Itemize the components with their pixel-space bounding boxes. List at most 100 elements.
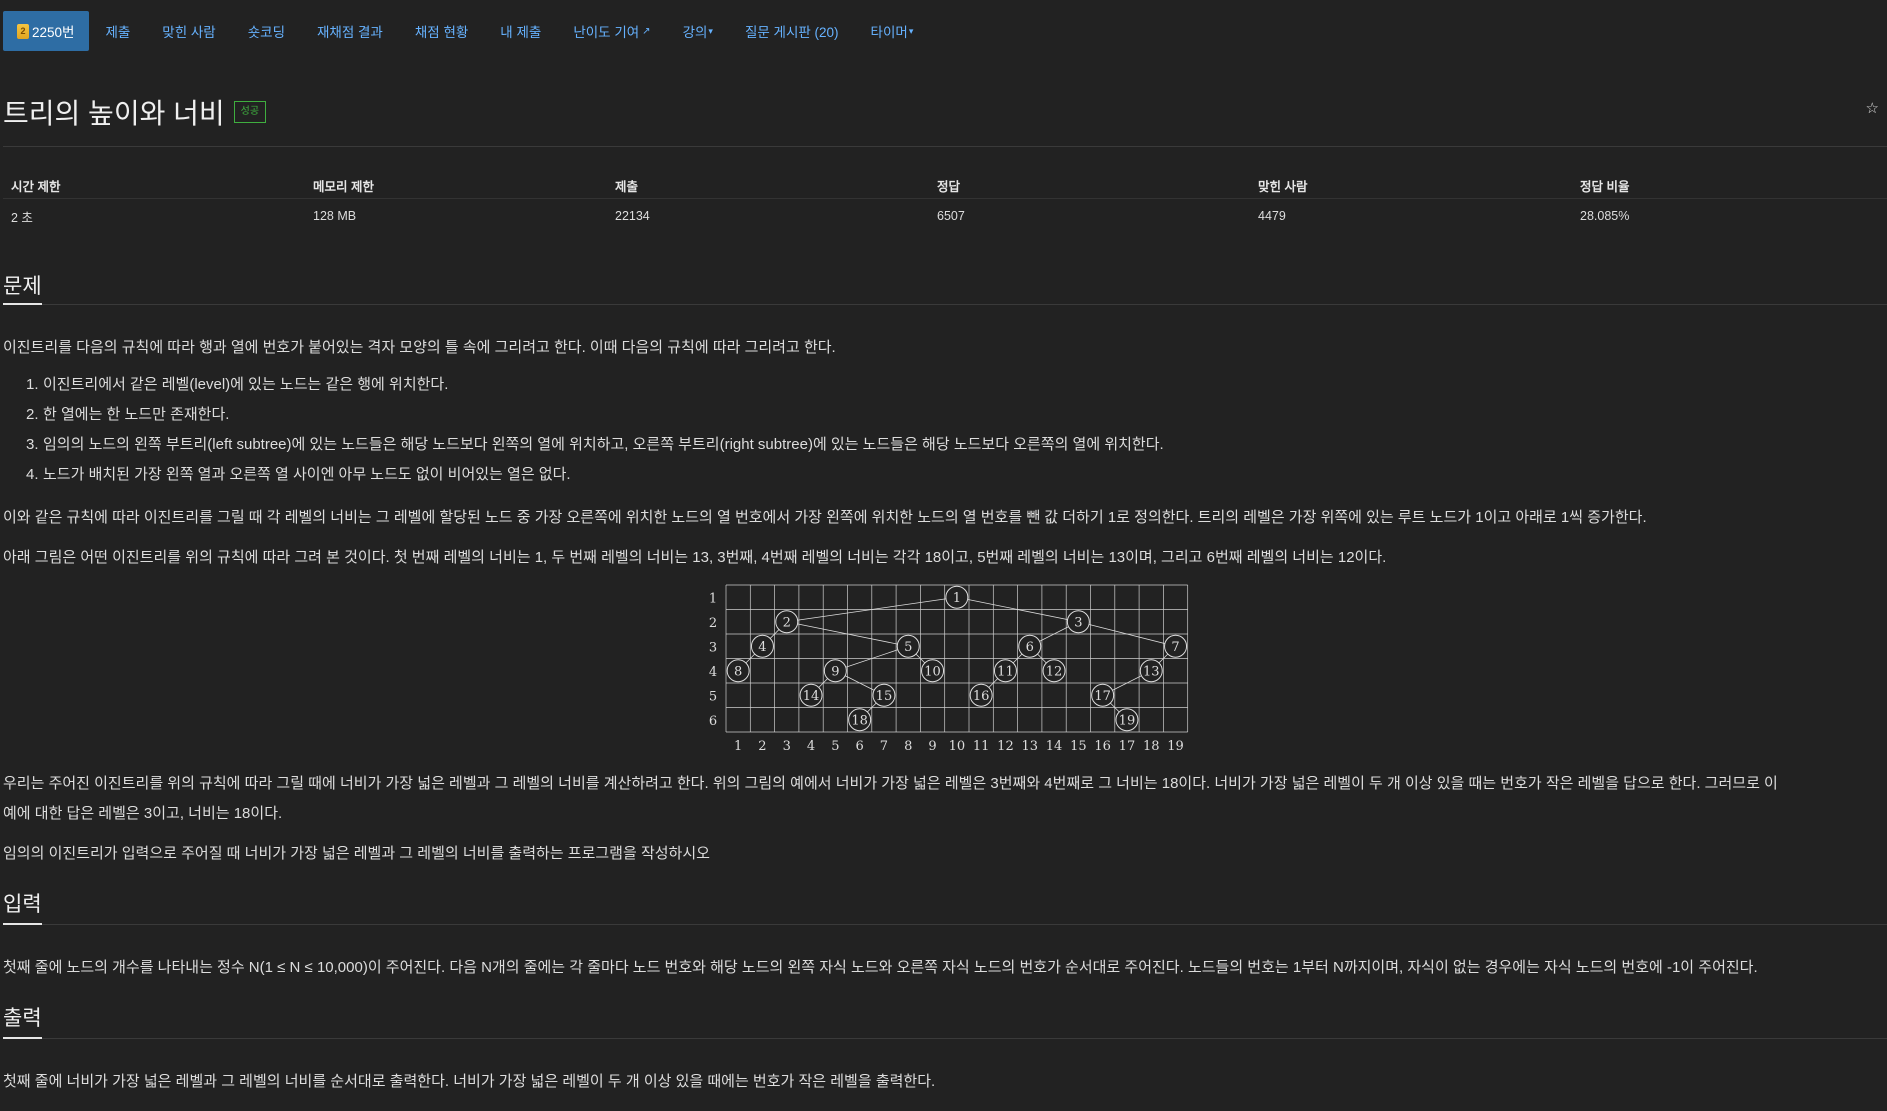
caret-down-icon: ▾ xyxy=(708,25,713,36)
problem-paragraph: 이와 같은 규칙에 따라 이진트리를 그릴 때 각 레벨의 너비는 그 레벨에 … xyxy=(3,509,1647,526)
column-label: 1 xyxy=(734,739,742,754)
page-title: 트리의 높이와 너비 xyxy=(3,98,225,129)
tree-node-label: 14 xyxy=(803,689,820,704)
column-label: 3 xyxy=(783,739,791,754)
column-label: 6 xyxy=(856,739,864,754)
input-description: 첫째 줄에 노드의 개수를 나타내는 정수 N(1 ≤ N ≤ 10,000)이… xyxy=(3,959,1758,976)
row-label: 4 xyxy=(709,665,717,680)
value-solvers: 4479 xyxy=(1250,198,1572,233)
value-accept-ratio: 28.085% xyxy=(1572,198,1887,233)
list-item: 2. 한 열에는 한 노드만 존재한다. xyxy=(26,406,230,423)
section-underline xyxy=(3,303,42,305)
column-label: 19 xyxy=(1167,739,1184,754)
tree-node-label: 5 xyxy=(904,640,912,655)
column-label: 16 xyxy=(1094,739,1111,754)
problem-intro: 이진트리를 다음의 규칙에 따라 행과 열에 번호가 붙어있는 격자 모양의 틀… xyxy=(3,339,836,356)
problem-paragraph: 임의의 이진트리가 입력으로 주어질 때 너비가 가장 넓은 레벨과 그 레벨의… xyxy=(3,845,710,862)
tree-node-label: 6 xyxy=(1026,640,1034,655)
tab-question-board[interactable]: 질문 게시판 (20) xyxy=(729,11,855,51)
tree-node-label: 18 xyxy=(851,713,868,728)
column-label: 4 xyxy=(807,739,815,754)
tree-node-label: 17 xyxy=(1094,689,1111,704)
column-label: 18 xyxy=(1143,739,1160,754)
problem-info-table: 시간 제한 메모리 제한 제출 정답 맞힌 사람 정답 비율 2 초 128 M… xyxy=(3,172,1887,233)
status-badge: 성공 xyxy=(233,101,267,123)
header-accepted: 정답 xyxy=(937,179,961,194)
column-label: 17 xyxy=(1119,739,1136,754)
header-memory-limit: 메모리 제한 xyxy=(313,179,374,194)
tree-node-label: 7 xyxy=(1171,640,1179,655)
tree-node-label: 11 xyxy=(997,664,1014,679)
tree-grid-figure: 1234561 2 3 4 5 6 7 8 9 10 11 12 13 14 15 16 17 18 1912 34 5… xyxy=(709,584,1189,754)
tab-lectures-label: 강의 xyxy=(682,25,708,40)
column-label: 14 xyxy=(1046,739,1063,754)
tab-solvers[interactable]: 맞힌 사람 xyxy=(146,11,231,51)
header-solvers: 맞힌 사람 xyxy=(1258,179,1308,194)
section-underline xyxy=(3,923,42,925)
problem-paragraph: 예에 대한 답은 레벨은 3이고, 너비는 18이다. xyxy=(3,805,283,822)
column-label: 11 xyxy=(973,739,990,754)
list-item: 4. 노드가 배치된 가장 왼쪽 열과 오른쪽 열 사이엔 아무 노드도 없이 비… xyxy=(26,466,571,483)
row-label: 2 xyxy=(709,616,717,631)
tab-submit[interactable]: 제출 xyxy=(89,11,146,51)
tab-lectures-dropdown[interactable]: 강의 ▾ xyxy=(667,11,729,51)
column-label: 12 xyxy=(997,739,1014,754)
column-label: 8 xyxy=(904,739,912,754)
tree-node-label: 9 xyxy=(831,664,839,679)
tree-node-label: 19 xyxy=(1119,713,1136,728)
problem-paragraph: 아래 그림은 어떤 이진트리를 위의 규칙에 따라 그려 본 것이다. 첫 번째… xyxy=(3,549,1387,566)
tree-node-label: 16 xyxy=(973,689,990,704)
tab-short-coding[interactable]: 숏코딩 xyxy=(232,11,301,51)
tree-node-label: 2 xyxy=(783,615,791,630)
header-submissions: 제출 xyxy=(615,179,639,194)
value-accepted: 6507 xyxy=(929,198,1250,233)
tier-badge-icon: 2 xyxy=(17,23,29,39)
section-divider xyxy=(3,304,1887,305)
section-heading-problem: 문제 xyxy=(3,275,42,298)
row-label: 1 xyxy=(709,591,717,606)
list-item: 3. 임의의 노드의 왼쪽 부트리(left subtree)에 있는 노드들은 … xyxy=(26,436,1164,453)
problem-nav: 2 2250번 제출 맞힌 사람 숏코딩 재채점 결과 채점 현황 내 제출 난… xyxy=(0,11,929,51)
column-label: 7 xyxy=(880,739,888,754)
list-item: 1. 이진트리에서 같은 레벨(level)에 있는 노드는 같은 행에 위치한다… xyxy=(26,376,449,393)
star-icon[interactable]: ☆ xyxy=(1866,99,1879,117)
value-memory-limit: 128 MB xyxy=(305,198,607,233)
value-submissions: 22134 xyxy=(607,198,929,233)
header-time-limit: 시간 제한 xyxy=(11,179,61,194)
column-label: 10 xyxy=(949,739,966,754)
value-time-limit: 2 초 xyxy=(3,198,305,233)
rules-list: 1. 이진트리에서 같은 레벨(level)에 있는 노드는 같은 행에 위치한다… xyxy=(26,370,1164,490)
header-accept-ratio: 정답 비율 xyxy=(1580,179,1630,194)
tree-node-label: 12 xyxy=(1046,664,1063,679)
title-row: 트리의 높이와 너비 성공 xyxy=(3,92,267,132)
column-label: 5 xyxy=(831,739,839,754)
tab-difficulty-label: 난이도 기여 xyxy=(573,25,640,40)
tab-timer-label: 타이머 xyxy=(870,25,908,40)
tree-node-label: 1 xyxy=(953,591,961,606)
tree-node-label: 3 xyxy=(1074,615,1082,630)
column-label: 13 xyxy=(1021,739,1038,754)
tree-node-label: 15 xyxy=(876,689,893,704)
tree-node-label: 4 xyxy=(758,640,766,655)
caret-down-icon: ▾ xyxy=(908,25,914,36)
divider xyxy=(3,146,1887,147)
tab-rejudge-result[interactable]: 재채점 결과 xyxy=(301,11,399,51)
section-heading-input: 입력 xyxy=(3,893,42,916)
row-label: 3 xyxy=(709,640,717,655)
section-divider xyxy=(3,1038,1887,1039)
column-label: 2 xyxy=(758,739,766,754)
tab-my-submissions[interactable]: 내 제출 xyxy=(484,11,557,51)
column-label: 9 xyxy=(928,739,936,754)
external-link-icon: ↗ xyxy=(642,25,651,37)
tab-difficulty-contribute[interactable]: 난이도 기여 ↗ xyxy=(557,11,666,51)
tab-timer-dropdown[interactable]: 타이머 ▾ xyxy=(855,11,930,51)
tab-status[interactable]: 채점 현황 xyxy=(399,11,484,51)
tab-problem-label: 2250번 xyxy=(32,25,75,40)
tab-problem[interactable]: 2 2250번 xyxy=(3,11,90,51)
output-description: 첫째 줄에 너비가 가장 넓은 레벨과 그 레벨의 너비를 순서대로 출력한다.… xyxy=(3,1073,936,1090)
row-label: 6 xyxy=(709,714,717,729)
row-label: 5 xyxy=(709,689,717,704)
tree-node-label: 10 xyxy=(924,664,941,679)
section-heading-output: 출력 xyxy=(3,1007,42,1030)
column-label: 15 xyxy=(1070,739,1087,754)
